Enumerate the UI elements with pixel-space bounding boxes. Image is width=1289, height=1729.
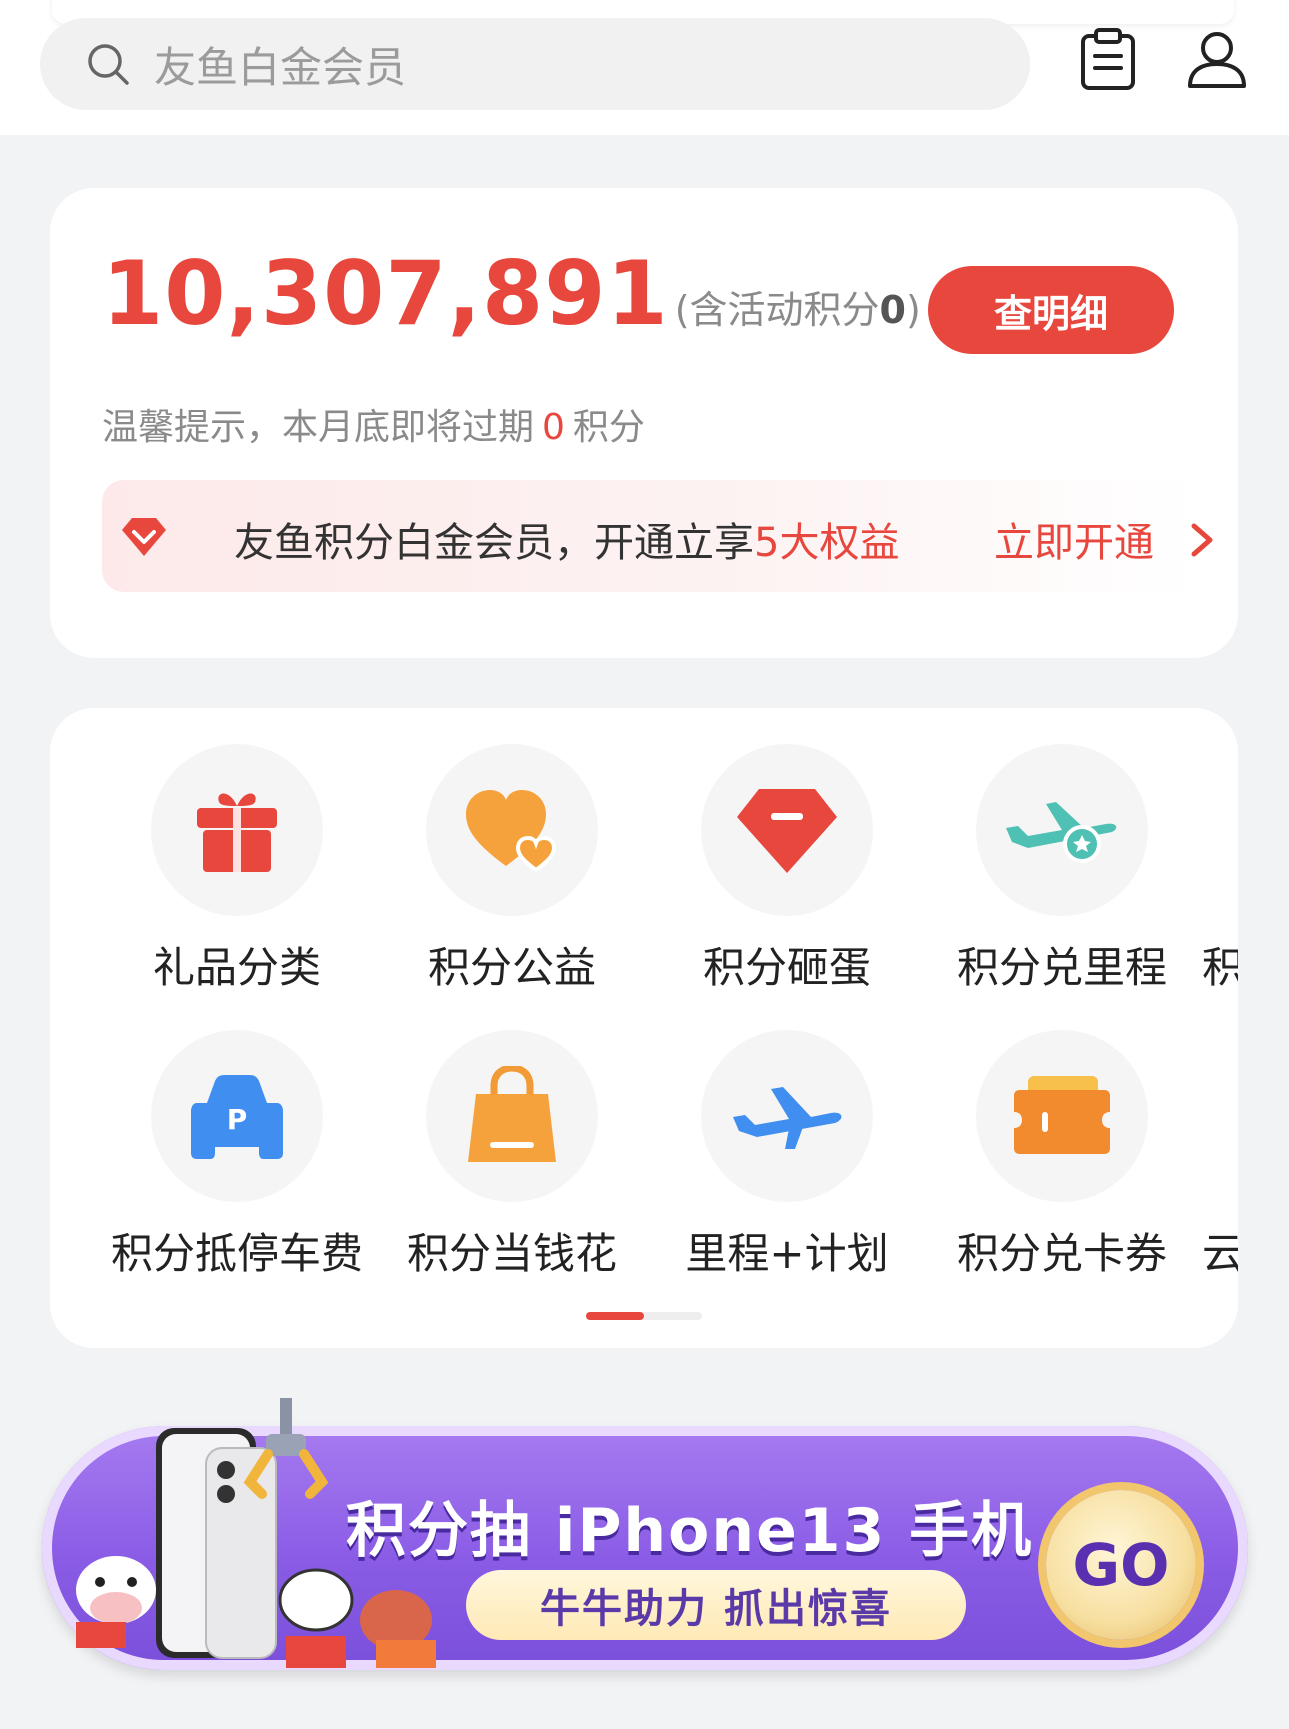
search-bar[interactable]: 友鱼白金会员	[40, 18, 1030, 110]
grid-item-label: 积分砸蛋	[702, 943, 871, 992]
iphone-lottery-banner[interactable]: 积分抽 iPhone13 手机 牛牛助力 抓出惊喜 GO	[36, 1398, 1254, 1680]
heart-icon	[466, 790, 557, 873]
top-bar: 友鱼白金会员	[0, 0, 1289, 135]
gift-icon	[197, 793, 277, 872]
expiry-tip-value: 0	[542, 407, 565, 448]
cow-mascot-left	[76, 1556, 156, 1648]
points-row: 10,307,891 (含活动积分0)	[102, 250, 921, 338]
grid-item-parking[interactable]: P 积分抵停车费	[102, 1030, 372, 1281]
parking-car-icon: P	[191, 1075, 283, 1159]
grid-item-gift-category[interactable]: 礼品分类	[102, 744, 372, 995]
grid-item-label: 积分兑里程	[956, 943, 1167, 992]
grid-icon-circle	[701, 1030, 873, 1202]
expiry-tip-suffix: 积分	[572, 407, 645, 448]
banner-title: 积分抽 iPhone13 手机	[346, 1496, 1034, 1566]
gem-icon	[737, 789, 837, 873]
grid-item-coupons[interactable]: 积分兑卡券	[927, 1030, 1197, 1281]
open-membership-link[interactable]: 立即开通	[994, 510, 1154, 568]
grid-item-partial-2[interactable]: 云	[1202, 1030, 1238, 1281]
plane-star-icon	[1006, 802, 1117, 863]
diamond-icon	[122, 518, 166, 556]
expiry-tip: 温馨提示，本月底即将过期 0 积分	[102, 398, 645, 450]
shopping-bag-icon	[468, 1066, 556, 1162]
grid-item-egg-smash[interactable]: 积分砸蛋	[652, 744, 922, 995]
grid-item-label: 里程+计划	[685, 1229, 889, 1278]
search-placeholder: 友鱼白金会员	[154, 42, 407, 92]
grid-icon-circle	[151, 744, 323, 916]
search-icon	[88, 44, 129, 85]
grid-item-label: 礼品分类	[152, 943, 321, 992]
grid-item-miles-plan[interactable]: 里程+计划	[652, 1030, 922, 1281]
grid-item-label: 积分抵停车费	[110, 1229, 363, 1278]
grid-icon-circle	[976, 744, 1148, 916]
svg-text:P: P	[227, 1103, 248, 1136]
grid-item-label: 云	[1202, 1229, 1238, 1278]
points-note-suffix: )	[905, 288, 921, 332]
grid-item-points-to-miles[interactable]: 积分兑里程	[927, 744, 1197, 995]
points-note-value: 0	[879, 288, 906, 332]
grid-item-partial[interactable]: 积分	[1202, 744, 1238, 995]
airplane-icon	[733, 1087, 842, 1149]
points-card: 10,307,891 (含活动积分0) 查明细 温馨提示，本月底即将过期 0 积分 …	[50, 188, 1238, 658]
grid-item-spend-points[interactable]: 积分当钱花	[377, 1030, 647, 1281]
page-indicator-active	[586, 1312, 644, 1320]
grid-item-charity[interactable]: 积分公益	[377, 744, 647, 995]
banner-subtitle: 牛牛助力 抓出惊喜	[466, 1570, 966, 1640]
view-details-button[interactable]: 查明细	[928, 266, 1174, 354]
grid-icon-circle	[701, 744, 873, 916]
points-note-prefix: (含活动积分	[674, 288, 880, 332]
grid-item-label: 积分公益	[427, 943, 596, 992]
page-indicator	[586, 1312, 702, 1320]
ticket-icon	[1014, 1076, 1110, 1154]
grid-item-label: 积分	[1202, 943, 1238, 992]
grid-icon-circle	[976, 1030, 1148, 1202]
points-value: 10,307,891	[102, 242, 669, 345]
grid-item-label: 积分兑卡券	[956, 1229, 1167, 1278]
points-note: (含活动积分0)	[675, 279, 921, 338]
member-promo-bar[interactable]: 友鱼积分白金会员，开通立享5大权益 立即开通	[102, 480, 1213, 592]
grid-icon-circle	[426, 744, 598, 916]
grid-icon-circle	[426, 1030, 598, 1202]
chevron-right-icon[interactable]	[1188, 520, 1216, 560]
member-promo-text: 友鱼积分白金会员，开通立享5大权益	[234, 510, 899, 568]
grid-item-label: 积分当钱花	[406, 1229, 617, 1278]
member-promo-highlight: 5大权益	[754, 520, 900, 566]
member-promo-main: 友鱼积分白金会员，开通立享	[234, 520, 754, 566]
go-button[interactable]: GO	[1046, 1490, 1196, 1640]
claw-icon	[243, 1398, 329, 1499]
grid-icon-circle: P	[151, 1030, 323, 1202]
clipboard-icon[interactable]	[1080, 28, 1136, 90]
feature-grid: 礼品分类 积分公益 积分砸蛋 积分兑里程 积 P 积分抵停车费 积分当钱花 里程…	[50, 708, 1238, 1348]
user-icon[interactable]	[1186, 28, 1248, 90]
expiry-tip-prefix: 温馨提示，本月底即将过期	[102, 407, 535, 448]
